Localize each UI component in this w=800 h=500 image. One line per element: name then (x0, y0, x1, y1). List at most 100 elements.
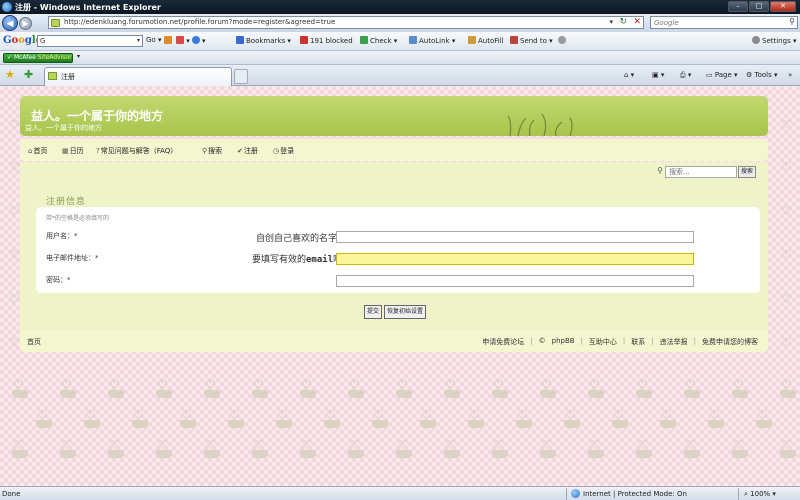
nav-register[interactable]: ✔注册 (237, 146, 258, 156)
url-dropdown-icon[interactable]: ▾ (609, 18, 613, 26)
check-button[interactable]: Check ▾ (360, 36, 397, 45)
forum-search: ⚲ 搜索 (657, 166, 756, 178)
minimize-button[interactable]: – (728, 1, 748, 12)
heart-tile-icon: ♡ (104, 436, 128, 460)
pagerank-icon[interactable] (164, 36, 172, 44)
url-text[interactable]: http://edenkluang.forumotion.net/profile… (64, 18, 335, 26)
heart-tile-icon: ♡ (632, 436, 656, 460)
username-hint: 自创自己喜欢的名字 (256, 234, 338, 244)
check-icon (360, 36, 368, 44)
page-menu-button[interactable]: ▭ Page ▾ (706, 71, 738, 79)
forward-button[interactable]: ▶ (19, 17, 32, 30)
search-icon: ⚲ (657, 166, 663, 175)
toolbar-icon-group[interactable]: ▾ ▾ (164, 36, 206, 45)
security-zone[interactable]: Internet | Protected Mode: On (583, 490, 687, 498)
globe-icon (571, 489, 580, 498)
heart-tile-icon: ♡ (224, 406, 248, 430)
heart-tile-icon: ♡ (176, 406, 200, 430)
site-title[interactable]: 益人。一个属于你的地方 (31, 107, 163, 124)
maximize-button[interactable]: □ (749, 1, 769, 12)
nav-home[interactable]: ⌂首页 (28, 146, 47, 156)
heart-tile-icon: ♡ (200, 436, 224, 460)
footer-links: 申请免费论坛 | © phpBB | 互助中心 | 联系 | 违法举报 | 免费申请您的博… (482, 337, 758, 347)
google-search-input[interactable]: G ▾ (37, 35, 143, 47)
heart-tile-icon: ♡ (464, 406, 488, 430)
footer-link-phpbb[interactable]: phpBB (552, 337, 575, 347)
nav-search[interactable]: ⚲搜索 (202, 146, 222, 156)
popup-icon[interactable] (176, 36, 185, 44)
browser-search-input[interactable] (651, 17, 779, 28)
home-icon[interactable]: ⌂ ▾ (624, 71, 634, 79)
footer-home-link[interactable]: 首页 (27, 337, 41, 347)
popup-blocker-button[interactable]: 191 blocked (300, 36, 353, 45)
new-tab-button[interactable] (234, 69, 248, 84)
send-to-button[interactable]: Send to ▾ (510, 36, 553, 45)
reset-button[interactable]: 恢复初始设置 (384, 305, 427, 319)
nav-faq[interactable]: ?常见问题与解答（FAQ） (96, 146, 177, 156)
settings-button[interactable]: Settings ▾ (752, 36, 796, 45)
footer-link-report[interactable]: 违法举报 (660, 337, 688, 347)
email-label: 电子邮件地址：* (46, 254, 99, 262)
share-icon[interactable] (191, 36, 200, 44)
forum-search-input[interactable] (665, 166, 737, 178)
url-field[interactable]: http://edenkluang.forumotion.net/profile… (48, 16, 644, 29)
heart-tile-icon: ♡ (8, 436, 32, 460)
heart-tile-icon: ♡ (152, 376, 176, 400)
register-panel: ⚲ 搜索 注册信息 带*的空格是必须填写的 用户名：* 自创自己喜欢的名字 电子… (20, 162, 768, 348)
send-icon (510, 36, 518, 44)
register-heading: 注册信息 (46, 197, 87, 207)
google-toolbar: Google G ▾ Go ▾ ▾ ▾ Bookmarks ▾ 191 bloc… (0, 32, 800, 51)
heart-tile-icon: ♡ (781, 248, 792, 262)
heart-tile-icon: ♡ (440, 376, 464, 400)
mcafee-dropdown-icon[interactable]: ▾ (77, 53, 80, 60)
chevron-down-icon[interactable]: ▾ (137, 36, 140, 46)
email-field[interactable] (336, 253, 694, 265)
favorites-star-icon[interactable]: ★ (5, 68, 15, 81)
browser-search-box[interactable]: ⚲ (650, 16, 798, 29)
more-icon[interactable]: » (788, 71, 792, 79)
nav-login[interactable]: ◷登录 (273, 146, 294, 156)
footer-link-help[interactable]: 互助中心 (589, 337, 617, 347)
address-bar: ◀ ▶ http://edenkluang.forumotion.net/pro… (0, 14, 800, 32)
feeds-icon[interactable]: ▣ ▾ (652, 71, 664, 79)
footer-link-free-forum[interactable]: 申请免费论坛 (482, 337, 524, 347)
submit-button[interactable]: 提交 (364, 305, 383, 319)
autolink-button[interactable]: AutoLink ▾ (409, 36, 455, 45)
add-favorites-icon[interactable]: ✚ (24, 68, 33, 81)
bookmarks-button[interactable]: Bookmarks ▾ (236, 36, 291, 45)
heart-tile-icon: ♡ (56, 376, 80, 400)
heart-tile-icon: ♡ (320, 406, 344, 430)
footer-copyright: © (538, 337, 546, 345)
heart-tile-icon: ♡ (752, 406, 776, 430)
autofill-icon (468, 36, 476, 44)
heart-tile-icon: ♡ (104, 376, 128, 400)
stop-icon[interactable]: ✕ (633, 17, 641, 27)
search-icon[interactable]: ⚲ (789, 17, 795, 26)
footer-link-contact[interactable]: 联系 (631, 337, 645, 347)
heart-tile-icon: ♡ (248, 376, 272, 400)
heart-tile-icon: ♡ (656, 406, 680, 430)
wrench-icon[interactable] (558, 36, 568, 45)
footer-link-blog[interactable]: 免费申请您的博客 (702, 337, 758, 347)
back-button[interactable]: ◀ (2, 15, 18, 31)
autofill-button[interactable]: AutoFill (468, 36, 504, 45)
print-icon[interactable]: ⎙ ▾ (680, 71, 691, 80)
tab-register[interactable]: 注册 (44, 67, 232, 86)
username-field[interactable] (336, 231, 694, 243)
heart-tile-icon: ♡ (680, 376, 704, 400)
forum-search-button[interactable]: 搜索 (738, 166, 756, 178)
tools-menu-button[interactable]: ⚙ Tools ▾ (746, 71, 778, 79)
heart-tile-icon: ♡ (608, 406, 632, 430)
mcafee-siteadvisor-button[interactable]: ✓ McAfee SiteAdvisor (3, 53, 73, 63)
google-go-button[interactable]: Go ▾ (146, 36, 161, 44)
star-icon (236, 36, 244, 44)
zoom-level[interactable]: ⌕ 100% ▾ (744, 490, 776, 499)
heart-tile-icon: ♡ (680, 436, 704, 460)
close-button[interactable]: ✕ (770, 1, 796, 12)
status-divider (566, 488, 567, 500)
password-field[interactable] (336, 275, 694, 287)
calendar-icon: ▦ (62, 147, 69, 155)
nav-calendar[interactable]: ▦日历 (62, 146, 84, 156)
refresh-icon[interactable]: ↻ (619, 17, 627, 27)
mcafee-toolbar: ✓ McAfee SiteAdvisor ▾ (0, 51, 800, 65)
